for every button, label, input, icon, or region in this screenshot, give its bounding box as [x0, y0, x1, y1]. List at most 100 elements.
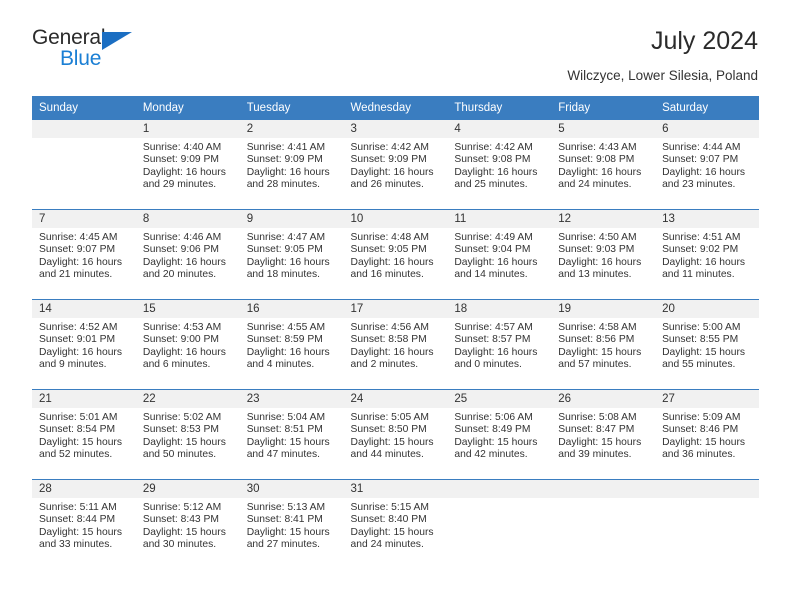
general-blue-logo[interactable]: General Blue	[32, 26, 152, 74]
page-header: General Blue July 2024 Wilczyce, Lower S…	[0, 0, 792, 83]
day-sun-info: Sunrise: 5:11 AM Sunset: 8:44 PM Daylight:…	[32, 498, 136, 552]
sunrise-sunset-calendar: Sunday Monday Tuesday Wednesday Thursday…	[32, 95, 759, 569]
weekday-header-saturday: Saturday	[655, 95, 759, 120]
day-number: 15	[135, 299, 240, 318]
sunrise-time: Sunrise: 5:01 AM	[39, 411, 118, 423]
calendar-day-cell[interactable]: 14 Sunrise: 4:52 AM Sunset: 9:01 PM Dayligh…	[32, 299, 136, 390]
daylight-duration: Daylight: 15 hours	[558, 436, 642, 448]
sunset-time: Sunset: 8:44 PM	[39, 514, 116, 526]
calendar-day-cell[interactable]: 16 Sunrise: 4:55 AM Sunset: 8:59 PM Dayligh…	[239, 299, 344, 390]
sunset-time: Sunset: 8:49 PM	[454, 424, 531, 436]
calendar-day-cell[interactable]: 5 Sunrise: 4:43 AM Sunset: 9:08 PM Daylight…	[551, 119, 656, 210]
sunrise-time: Sunrise: 4:55 AM	[246, 321, 326, 333]
day-number: 17	[343, 299, 448, 318]
daylight-duration: and 39 minutes.	[558, 449, 632, 461]
calendar-day-cell[interactable]: 13 Sunrise: 4:51 AM Sunset: 9:02 PM Dayligh…	[655, 209, 759, 300]
calendar-day-cell[interactable]: 15 Sunrise: 4:53 AM Sunset: 9:00 PM Dayligh…	[135, 299, 240, 390]
day-number: 25	[447, 389, 552, 408]
calendar-day-cell[interactable]: 30 Sunrise: 5:13 AM Sunset: 8:41 PM Dayligh…	[239, 479, 344, 569]
daylight-duration: and 26 minutes.	[350, 179, 424, 191]
sunset-time: Sunset: 9:03 PM	[558, 244, 635, 256]
calendar-day-cell[interactable]: 25 Sunrise: 5:06 AM Sunset: 8:49 PM Dayligh…	[447, 389, 552, 480]
daylight-duration: and 42 minutes.	[454, 449, 528, 461]
day-number: 14	[32, 299, 136, 318]
calendar-day-cell[interactable]: 22 Sunrise: 5:02 AM Sunset: 8:53 PM Dayligh…	[135, 389, 240, 480]
day-sun-info: Sunrise: 5:08 AM Sunset: 8:47 PM Daylight:…	[551, 408, 655, 462]
sunset-time: Sunset: 8:46 PM	[662, 424, 739, 436]
daylight-duration: and 47 minutes.	[246, 449, 320, 461]
calendar-day-cell[interactable]: 6 Sunrise: 4:44 AM Sunset: 9:07 PM Daylight…	[655, 119, 759, 210]
calendar-day-cell[interactable]: 7 Sunrise: 4:45 AM Sunset: 9:07 PM Daylight…	[32, 209, 136, 300]
calendar-day-cell[interactable]: 8 Sunrise: 4:46 AM Sunset: 9:06 PM Daylight…	[135, 209, 240, 300]
calendar-day-cell[interactable]: 31 Sunrise: 5:15 AM Sunset: 8:40 PM Dayligh…	[343, 479, 448, 569]
calendar-day-cell[interactable]: 1 Sunrise: 4:40 AM Sunset: 9:09 PM Daylight…	[135, 119, 240, 210]
sunrise-time: Sunrise: 4:58 AM	[558, 321, 637, 333]
day-sun-info: Sunrise: 4:42 AM Sunset: 9:08 PM Daylight:…	[447, 138, 551, 192]
daylight-duration: and 52 minutes.	[39, 449, 113, 461]
day-sun-info: Sunrise: 5:15 AM Sunset: 8:40 PM Daylight:…	[344, 498, 448, 552]
daylight-duration: Daylight: 16 hours	[142, 346, 226, 358]
weekday-header-wednesday: Wednesday	[343, 95, 448, 120]
day-sun-info: Sunrise: 5:04 AM Sunset: 8:51 PM Daylight:…	[240, 408, 344, 462]
calendar-day-cell[interactable]: 2 Sunrise: 4:41 AM Sunset: 9:09 PM Daylight…	[239, 119, 344, 210]
day-number: 8	[135, 209, 240, 228]
calendar-day-cell[interactable]: 26 Sunrise: 5:08 AM Sunset: 8:47 PM Dayligh…	[551, 389, 656, 480]
calendar-day-cell[interactable]: 23 Sunrise: 5:04 AM Sunset: 8:51 PM Dayligh…	[239, 389, 344, 480]
daylight-duration: and 33 minutes.	[39, 539, 113, 551]
daylight-duration: Daylight: 16 hours	[39, 346, 122, 358]
day-number: 4	[447, 119, 552, 138]
calendar-day-cell[interactable]: 10 Sunrise: 4:48 AM Sunset: 9:05 PM Dayligh…	[343, 209, 448, 300]
daylight-duration: Daylight: 15 hours	[350, 436, 434, 448]
daylight-duration: and 23 minutes.	[662, 179, 736, 191]
calendar-day-cell[interactable]: 17 Sunrise: 4:56 AM Sunset: 8:58 PM Dayligh…	[343, 299, 448, 390]
calendar-week-row: 14 Sunrise: 4:52 AM Sunset: 9:01 PM Dayligh…	[32, 299, 759, 390]
daylight-duration: Daylight: 16 hours	[246, 256, 330, 268]
calendar-day-cell[interactable]: 11 Sunrise: 4:49 AM Sunset: 9:04 PM Dayligh…	[447, 209, 552, 300]
sunrise-time: Sunrise: 5:08 AM	[558, 411, 637, 423]
calendar-day-cell[interactable]: 27 Sunrise: 5:09 AM Sunset: 8:46 PM Dayligh…	[655, 389, 759, 480]
day-sun-info: Sunrise: 4:50 AM Sunset: 9:03 PM Daylight:…	[551, 228, 655, 282]
sunrise-time: Sunrise: 4:53 AM	[142, 321, 222, 333]
calendar-day-cell[interactable]: 20 Sunrise: 5:00 AM Sunset: 8:55 PM Dayligh…	[655, 299, 759, 390]
day-sun-info: Sunrise: 4:41 AM Sunset: 9:09 PM Daylight:…	[240, 138, 344, 192]
daylight-duration: and 6 minutes.	[142, 359, 211, 371]
calendar-day-cell[interactable]: 4 Sunrise: 4:42 AM Sunset: 9:08 PM Daylight…	[447, 119, 552, 210]
daylight-duration: and 11 minutes.	[662, 269, 735, 281]
day-number: 26	[551, 389, 656, 408]
calendar-day-cell[interactable]: 18 Sunrise: 4:57 AM Sunset: 8:57 PM Dayligh…	[447, 299, 552, 390]
day-number	[32, 119, 136, 138]
day-number: 16	[239, 299, 344, 318]
daylight-duration: Daylight: 15 hours	[558, 346, 642, 358]
calendar-day-cell[interactable]: 9 Sunrise: 4:47 AM Sunset: 9:05 PM Daylight…	[239, 209, 344, 300]
logo-text-blue: Blue	[60, 47, 102, 70]
sunset-time: Sunset: 9:02 PM	[662, 244, 739, 256]
day-number: 21	[32, 389, 136, 408]
logo-triangle-icon	[102, 32, 132, 50]
day-number: 31	[343, 479, 448, 498]
calendar-day-cell[interactable]: 3 Sunrise: 4:42 AM Sunset: 9:09 PM Daylight…	[343, 119, 448, 210]
day-number	[551, 479, 656, 498]
calendar-day-cell[interactable]: 24 Sunrise: 5:05 AM Sunset: 8:50 PM Dayligh…	[343, 389, 448, 480]
day-sun-info: Sunrise: 5:02 AM Sunset: 8:53 PM Daylight:…	[136, 408, 240, 462]
day-number: 3	[343, 119, 448, 138]
daylight-duration: and 24 minutes.	[558, 179, 632, 191]
daylight-duration: Daylight: 15 hours	[142, 436, 226, 448]
calendar-day-cell[interactable]: 21 Sunrise: 5:01 AM Sunset: 8:54 PM Dayligh…	[32, 389, 136, 480]
day-sun-info: Sunrise: 5:05 AM Sunset: 8:50 PM Daylight:…	[344, 408, 448, 462]
sunset-time: Sunset: 8:40 PM	[350, 514, 427, 526]
daylight-duration: Daylight: 16 hours	[558, 166, 642, 178]
sunset-time: Sunset: 9:09 PM	[246, 154, 323, 166]
weekday-header-tuesday: Tuesday	[239, 95, 344, 120]
daylight-duration: Daylight: 15 hours	[454, 436, 538, 448]
sunset-time: Sunset: 8:47 PM	[558, 424, 635, 436]
sunrise-time: Sunrise: 4:51 AM	[662, 231, 741, 243]
calendar-day-cell[interactable]: 12 Sunrise: 4:50 AM Sunset: 9:03 PM Dayligh…	[551, 209, 656, 300]
day-number: 18	[447, 299, 552, 318]
calendar-day-cell[interactable]: 29 Sunrise: 5:12 AM Sunset: 8:43 PM Dayligh…	[135, 479, 240, 569]
daylight-duration: and 0 minutes.	[454, 359, 522, 371]
daylight-duration: Daylight: 15 hours	[662, 436, 746, 448]
calendar-day-cell[interactable]: 19 Sunrise: 4:58 AM Sunset: 8:56 PM Dayligh…	[551, 299, 656, 390]
sunset-time: Sunset: 8:55 PM	[662, 334, 739, 346]
day-number	[655, 479, 759, 498]
calendar-day-cell[interactable]: 28 Sunrise: 5:11 AM Sunset: 8:44 PM Dayligh…	[32, 479, 136, 569]
